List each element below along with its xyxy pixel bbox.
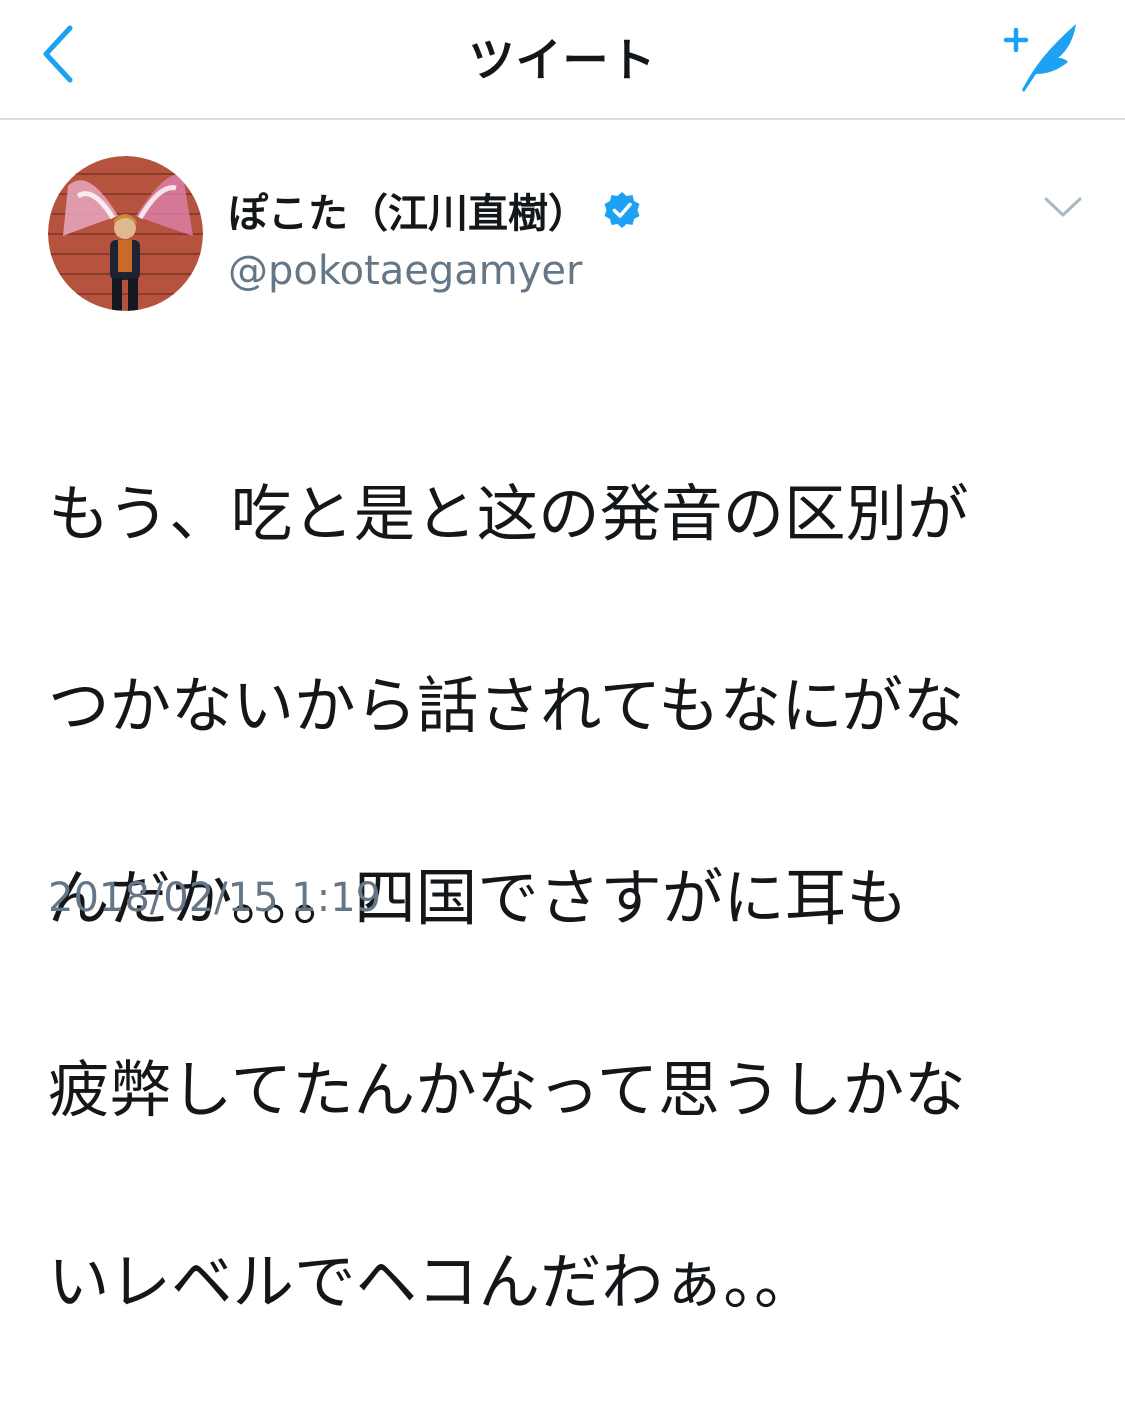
tweet-timestamp: 2018/02/15 1:19 (48, 875, 382, 921)
compose-tweet-icon (1003, 24, 1076, 92)
tweet-text-line: いレベルでヘコんだわぁ。。 (48, 1246, 816, 1318)
avatar[interactable] (48, 156, 203, 311)
tweet-text-line: つかないから話されてもなにがな (48, 670, 965, 742)
author-handle[interactable]: @pokotaegamyer (228, 248, 582, 294)
tweet-detail: ぽこた（江川直樹） @pokotaegamyer もう、吃と是と这の発音の区別が… (0, 120, 1125, 1318)
tweet-text-line: もう、吃と是と这の発音の区別が (48, 478, 969, 550)
page-title: ツイート (468, 33, 657, 87)
chevron-down-icon (1044, 197, 1082, 217)
author-name-row: ぽこた（江川直樹） (228, 180, 642, 240)
tweet-text-line: 疲弊してたんかなって思うしかな (48, 1054, 966, 1126)
author-display-name[interactable]: ぽこた（江川直樹） (228, 181, 588, 239)
navigation-bar: ツイート (0, 0, 1125, 120)
tweet-menu-button[interactable] (1040, 190, 1086, 224)
compose-tweet-button[interactable] (996, 14, 1086, 98)
verified-badge-icon (604, 192, 640, 228)
